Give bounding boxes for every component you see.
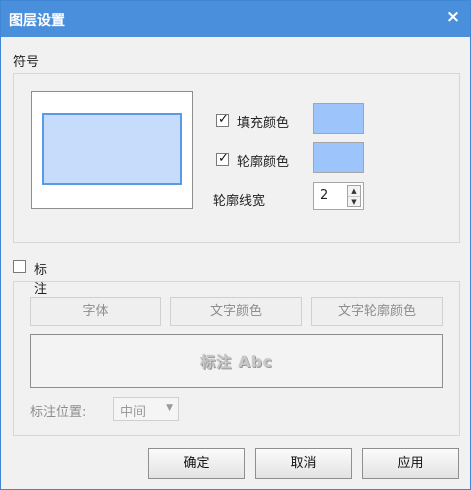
cancel-button[interactable]: 取消 <box>255 448 352 479</box>
text-color-button[interactable]: 文字颜色 <box>170 297 302 326</box>
label-position-select[interactable]: 中间 ▼ <box>113 397 179 421</box>
outline-width-value: 2 <box>320 188 329 203</box>
outline-color-checkbox[interactable]: ✓ <box>216 151 229 166</box>
fill-color-checkbox[interactable]: ✓ <box>216 112 229 127</box>
close-icon[interactable]: × <box>445 9 461 26</box>
apply-button[interactable]: 应用 <box>362 448 459 479</box>
stepper-buttons: ▲ ▼ <box>347 185 361 207</box>
labeling-checkbox[interactable] <box>13 260 26 273</box>
label-sample-box: 标注 Abc <box>30 334 443 388</box>
outline-width-label: 轮廓线宽 <box>213 194 266 209</box>
fill-color-swatch[interactable] <box>313 103 364 134</box>
symbol-panel: ✓ 填充颜色 ✓ 轮廓颜色 轮廓线宽 2 ▲ ▼ <box>13 73 460 243</box>
check-icon: ✓ <box>218 112 229 127</box>
label-position-value: 中间 <box>120 405 147 420</box>
check-icon: ✓ <box>218 151 229 166</box>
stepper-down-icon[interactable]: ▼ <box>348 196 360 206</box>
preview-polygon <box>42 113 182 185</box>
dialog-title: 图层设置 <box>9 13 65 29</box>
ok-button[interactable]: 确定 <box>148 448 245 479</box>
title-bar: 图层设置 × <box>1 1 470 37</box>
font-button[interactable]: 字体 <box>30 297 161 326</box>
labeling-panel: 字体 文字颜色 文字轮廓颜色 标注 Abc 标注位置: 中间 ▼ <box>13 281 460 436</box>
outline-width-stepper[interactable]: 2 ▲ ▼ <box>313 182 364 210</box>
outline-color-swatch[interactable] <box>313 142 364 173</box>
chevron-down-icon: ▼ <box>166 403 173 413</box>
symbol-section-label: 符号 <box>13 55 40 70</box>
layer-settings-dialog: 图层设置 × 符号 ✓ 填充颜色 ✓ 轮廓颜色 轮廓线宽 2 ▲ ▼ 标注 字体… <box>0 0 471 490</box>
label-position-label: 标注位置: <box>30 405 87 420</box>
text-outline-color-button[interactable]: 文字轮廓颜色 <box>311 297 443 326</box>
outline-color-label: 轮廓颜色 <box>237 155 290 170</box>
symbol-preview <box>31 91 193 209</box>
label-sample-text: 标注 Abc <box>200 353 273 371</box>
stepper-up-icon[interactable]: ▲ <box>348 186 360 196</box>
fill-color-label: 填充颜色 <box>237 116 290 131</box>
